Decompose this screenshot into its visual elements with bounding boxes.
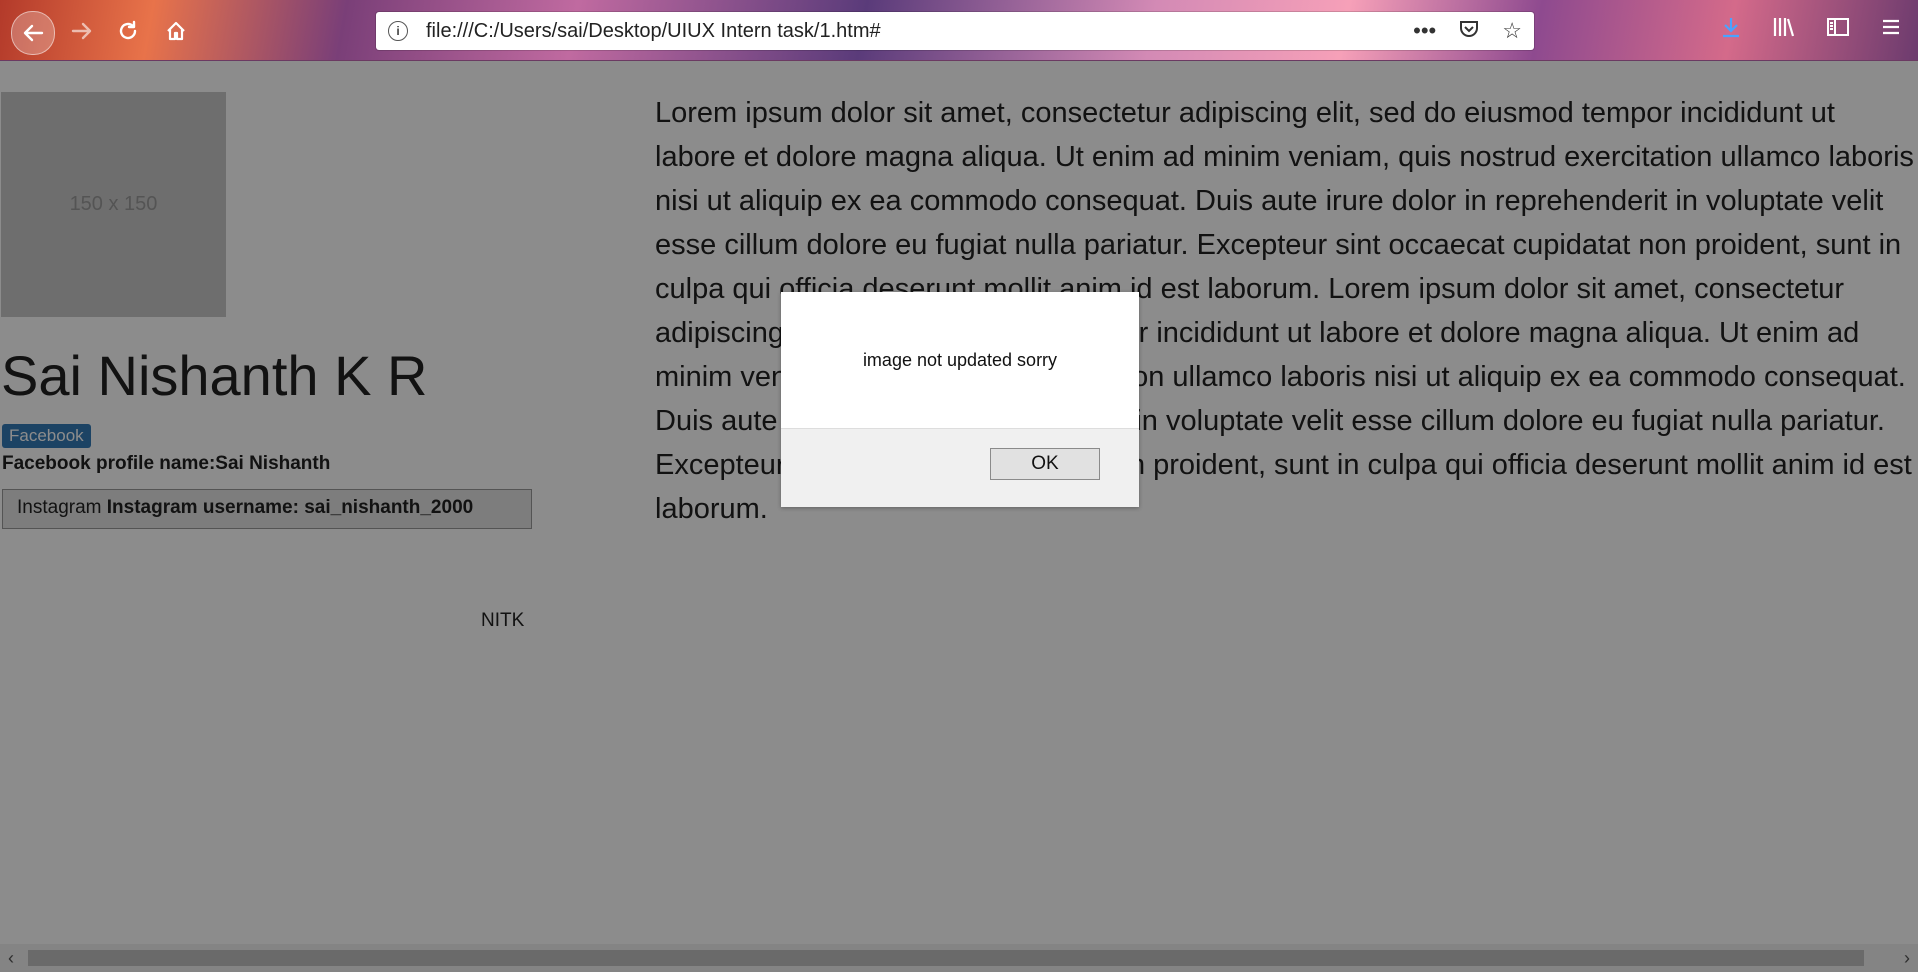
menu-icon[interactable] — [1880, 16, 1902, 45]
url-bar[interactable]: i file:///C:/Users/sai/Desktop/UIUX Inte… — [376, 12, 1534, 50]
browser-toolbar: i file:///C:/Users/sai/Desktop/UIUX Inte… — [0, 0, 1918, 61]
sidebar-icon[interactable] — [1826, 16, 1850, 45]
back-icon[interactable] — [11, 11, 55, 55]
alert-dialog: image not updated sorry OK — [781, 292, 1139, 507]
more-icon[interactable]: ••• — [1413, 18, 1436, 46]
reload-icon[interactable] — [108, 11, 148, 51]
info-icon[interactable]: i — [388, 21, 408, 41]
forward-icon[interactable] — [62, 11, 102, 51]
home-icon[interactable] — [156, 11, 196, 51]
bookmark-star-icon[interactable]: ☆ — [1502, 18, 1522, 46]
library-icon[interactable] — [1772, 16, 1796, 45]
download-icon[interactable] — [1720, 16, 1742, 45]
pocket-icon[interactable] — [1458, 18, 1480, 46]
alert-message: image not updated sorry — [862, 350, 1058, 370]
ok-button[interactable]: OK — [990, 448, 1100, 480]
url-text[interactable]: file:///C:/Users/sai/Desktop/UIUX Intern… — [426, 20, 881, 43]
alert-footer: OK — [781, 428, 1139, 507]
modal-overlay — [0, 61, 1918, 972]
